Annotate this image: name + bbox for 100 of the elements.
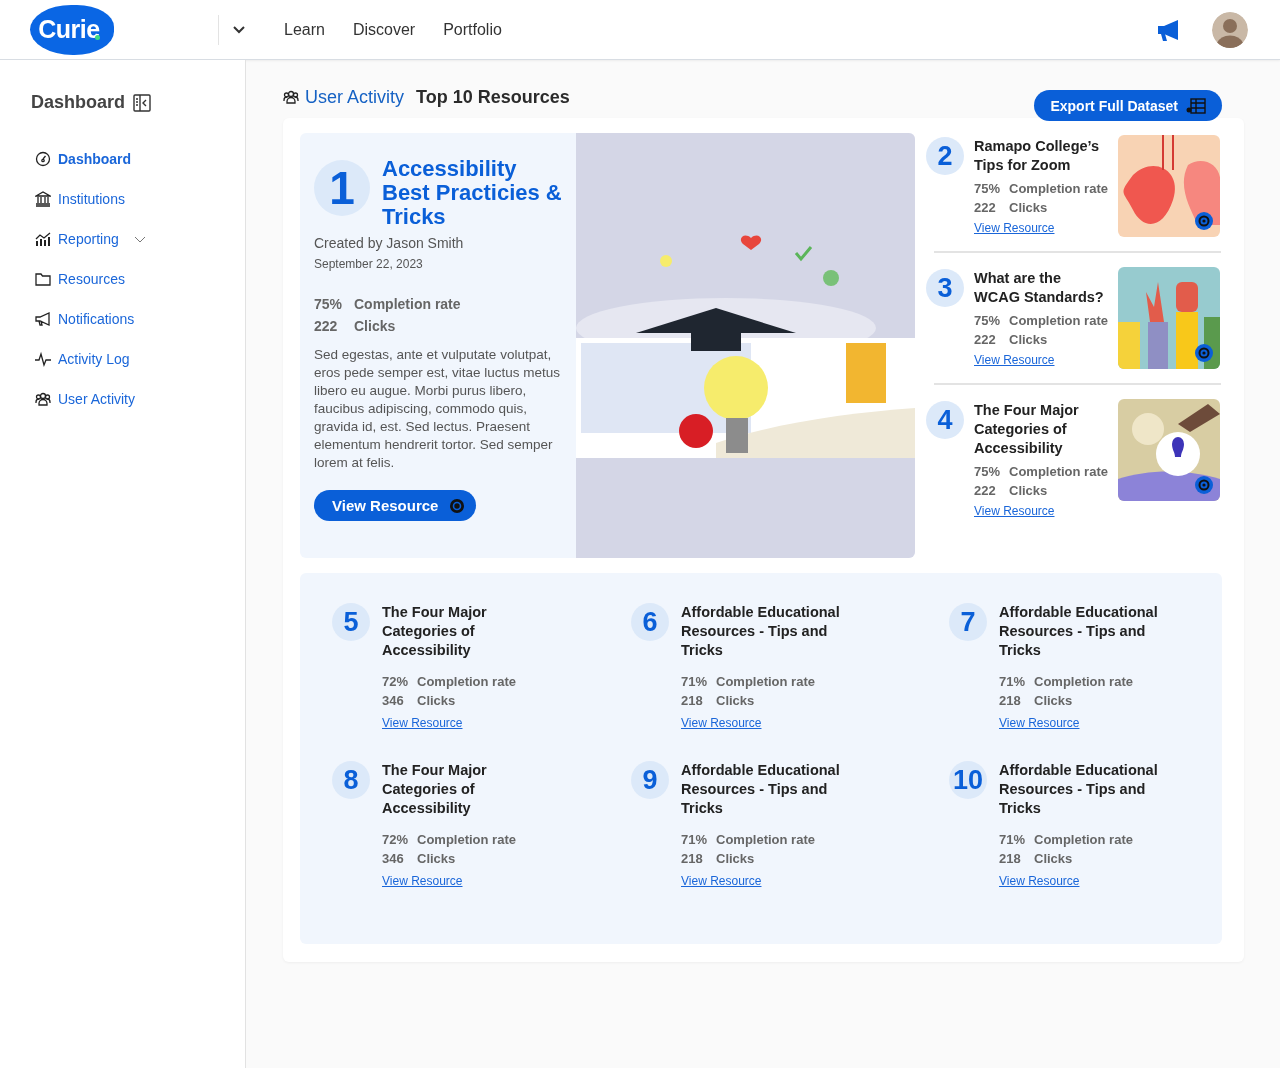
- stat-label: Completion rate: [1009, 464, 1108, 479]
- resource-title[interactable]: Affordable Educational Resources - Tips and Tricks: [999, 761, 1171, 818]
- export-button[interactable]: Export Full Dataset: [1034, 90, 1222, 121]
- folder-icon: [35, 271, 51, 287]
- stat-label: Completion rate: [417, 832, 516, 847]
- stat-value: 222: [314, 318, 339, 334]
- stat-label: Clicks: [1009, 332, 1048, 347]
- stat-value: 218: [999, 851, 1022, 866]
- rank-number: 3: [926, 269, 964, 307]
- stat-value: 75%: [974, 313, 1002, 328]
- nav-link[interactable]: Portfolio: [443, 20, 502, 39]
- bank-icon: [35, 191, 51, 207]
- sidebar-item[interactable]: Reporting: [31, 219, 146, 259]
- sidebar-title: Dashboard: [31, 92, 126, 113]
- stat-label: Clicks: [1009, 200, 1048, 215]
- view-resource-link[interactable]: View Resource: [382, 874, 463, 888]
- rank-number: 5: [332, 603, 370, 641]
- view-resource-link[interactable]: View Resource: [974, 353, 1055, 367]
- rank-number: 4: [926, 401, 964, 439]
- avatar[interactable]: [1212, 11, 1248, 48]
- stat-value: 222: [974, 483, 997, 498]
- stat-value: 218: [999, 693, 1022, 708]
- resource-title[interactable]: Affordable Educational Resources - Tips and Tricks: [681, 603, 853, 660]
- collapse-panel-icon[interactable]: [133, 93, 152, 112]
- eye-icon: [448, 496, 467, 515]
- stat-value: 71%: [681, 832, 709, 847]
- eye-icon[interactable]: [1195, 476, 1213, 494]
- sidebar-item[interactable]: Resources: [31, 259, 125, 299]
- stat-label: Completion rate: [417, 674, 516, 689]
- eye-icon[interactable]: [1195, 344, 1213, 362]
- stat-value: 75%: [974, 464, 1002, 479]
- logo[interactable]: Curie: [30, 4, 114, 55]
- view-resource-link[interactable]: View Resource: [999, 716, 1080, 730]
- author-text: Created by Jason Smith: [314, 235, 465, 251]
- sidebar-item[interactable]: Dashboard: [31, 139, 132, 179]
- stat-label: Clicks: [1034, 693, 1073, 708]
- resource-title[interactable]: The Four Major Categories of Accessibility: [974, 401, 1108, 458]
- view-resource-link[interactable]: View Resource: [382, 716, 463, 730]
- stat-value: 218: [681, 693, 704, 708]
- eye-icon[interactable]: [1195, 212, 1213, 230]
- rank-number: 8: [332, 761, 370, 799]
- resource-title[interactable]: Affordable Educational Resources - Tips and Tricks: [999, 603, 1171, 660]
- breadcrumb-link[interactable]: User Activity: [305, 86, 405, 108]
- sidebar-item[interactable]: User Activity: [31, 379, 135, 419]
- stat-label: Completion rate: [1009, 313, 1108, 328]
- view-resource-link[interactable]: View Resource: [681, 874, 762, 888]
- chart-icon: [35, 231, 51, 247]
- stat-label: Clicks: [1034, 851, 1073, 866]
- view-resource-link[interactable]: View Resource: [974, 504, 1055, 518]
- sidebar-item[interactable]: Notifications: [31, 299, 135, 339]
- resource-title[interactable]: Affordable Educational Resources - Tips and Tricks: [681, 761, 853, 818]
- page-title: Top 10 Resources: [416, 86, 570, 108]
- nav-link[interactable]: Discover: [352, 20, 416, 39]
- stat-value: 346: [382, 851, 405, 866]
- stat-label: Clicks: [354, 318, 396, 334]
- description-text: Sed egestas, ante et vulputate volutpat, eros pede semper est, vitae luctus metus libero eu augue. Morbi purus libero, faucibus adipiscing, commodo quis, gravida id, est. Sed lectus. Praesent elementum hendrerit tortor. Sed semper lorem at felis.: [314, 346, 562, 472]
- stat-label: Completion rate: [716, 674, 815, 689]
- stat-value: 75%: [314, 296, 344, 312]
- pulse-icon: [35, 351, 51, 367]
- stat-label: Clicks: [716, 851, 755, 866]
- sidebar-item[interactable]: Institutions: [31, 179, 125, 219]
- stat-label: Completion rate: [716, 832, 815, 847]
- stat-label: Clicks: [1009, 483, 1048, 498]
- resource-title[interactable]: Accessibility Best Practicies & Tricks: [382, 157, 562, 229]
- rank-number: 1: [314, 160, 370, 216]
- users-icon: [283, 89, 299, 105]
- date-text: September 22, 2023: [314, 257, 424, 271]
- resource-title[interactable]: Ramapo College’s Tips for Zoom: [974, 137, 1108, 175]
- stat-value: 222: [974, 200, 997, 215]
- view-resource-link[interactable]: View Resource: [681, 716, 762, 730]
- rank-number: 7: [949, 603, 987, 641]
- table-icon: [1186, 97, 1206, 114]
- stat-label: Completion rate: [1034, 832, 1133, 847]
- stat-label: Completion rate: [1034, 674, 1133, 689]
- rank-number: 6: [631, 603, 669, 641]
- stat-value: 71%: [999, 832, 1027, 847]
- resource-title[interactable]: The Four Major Categories of Accessibility: [382, 761, 554, 818]
- stat-value: 75%: [974, 181, 1002, 196]
- rank-number: 9: [631, 761, 669, 799]
- view-resource-button[interactable]: View Resource: [314, 490, 477, 521]
- stat-label: Clicks: [417, 693, 456, 708]
- sidebar-item[interactable]: Activity Log: [31, 339, 130, 379]
- users-icon: [35, 391, 51, 407]
- stat-label: Clicks: [716, 693, 755, 708]
- nav-link[interactable]: Learn: [284, 20, 325, 39]
- megaphone-icon: [35, 311, 51, 327]
- rank-number: 2: [926, 137, 964, 175]
- stat-value: 71%: [681, 674, 709, 689]
- stat-value: 346: [382, 693, 405, 708]
- view-resource-link[interactable]: View Resource: [999, 874, 1080, 888]
- view-resource-link[interactable]: View Resource: [974, 221, 1055, 235]
- resource-title[interactable]: The Four Major Categories of Accessibility: [382, 603, 554, 660]
- stat-value: 72%: [382, 832, 410, 847]
- stat-label: Completion rate: [354, 296, 461, 312]
- stat-value: 222: [974, 332, 997, 347]
- resource-title[interactable]: What are the WCAG Standards?: [974, 269, 1108, 307]
- stat-value: 72%: [382, 674, 410, 689]
- rank-number: 10: [949, 761, 987, 799]
- gauge-icon: [35, 151, 51, 167]
- stat-label: Clicks: [417, 851, 456, 866]
